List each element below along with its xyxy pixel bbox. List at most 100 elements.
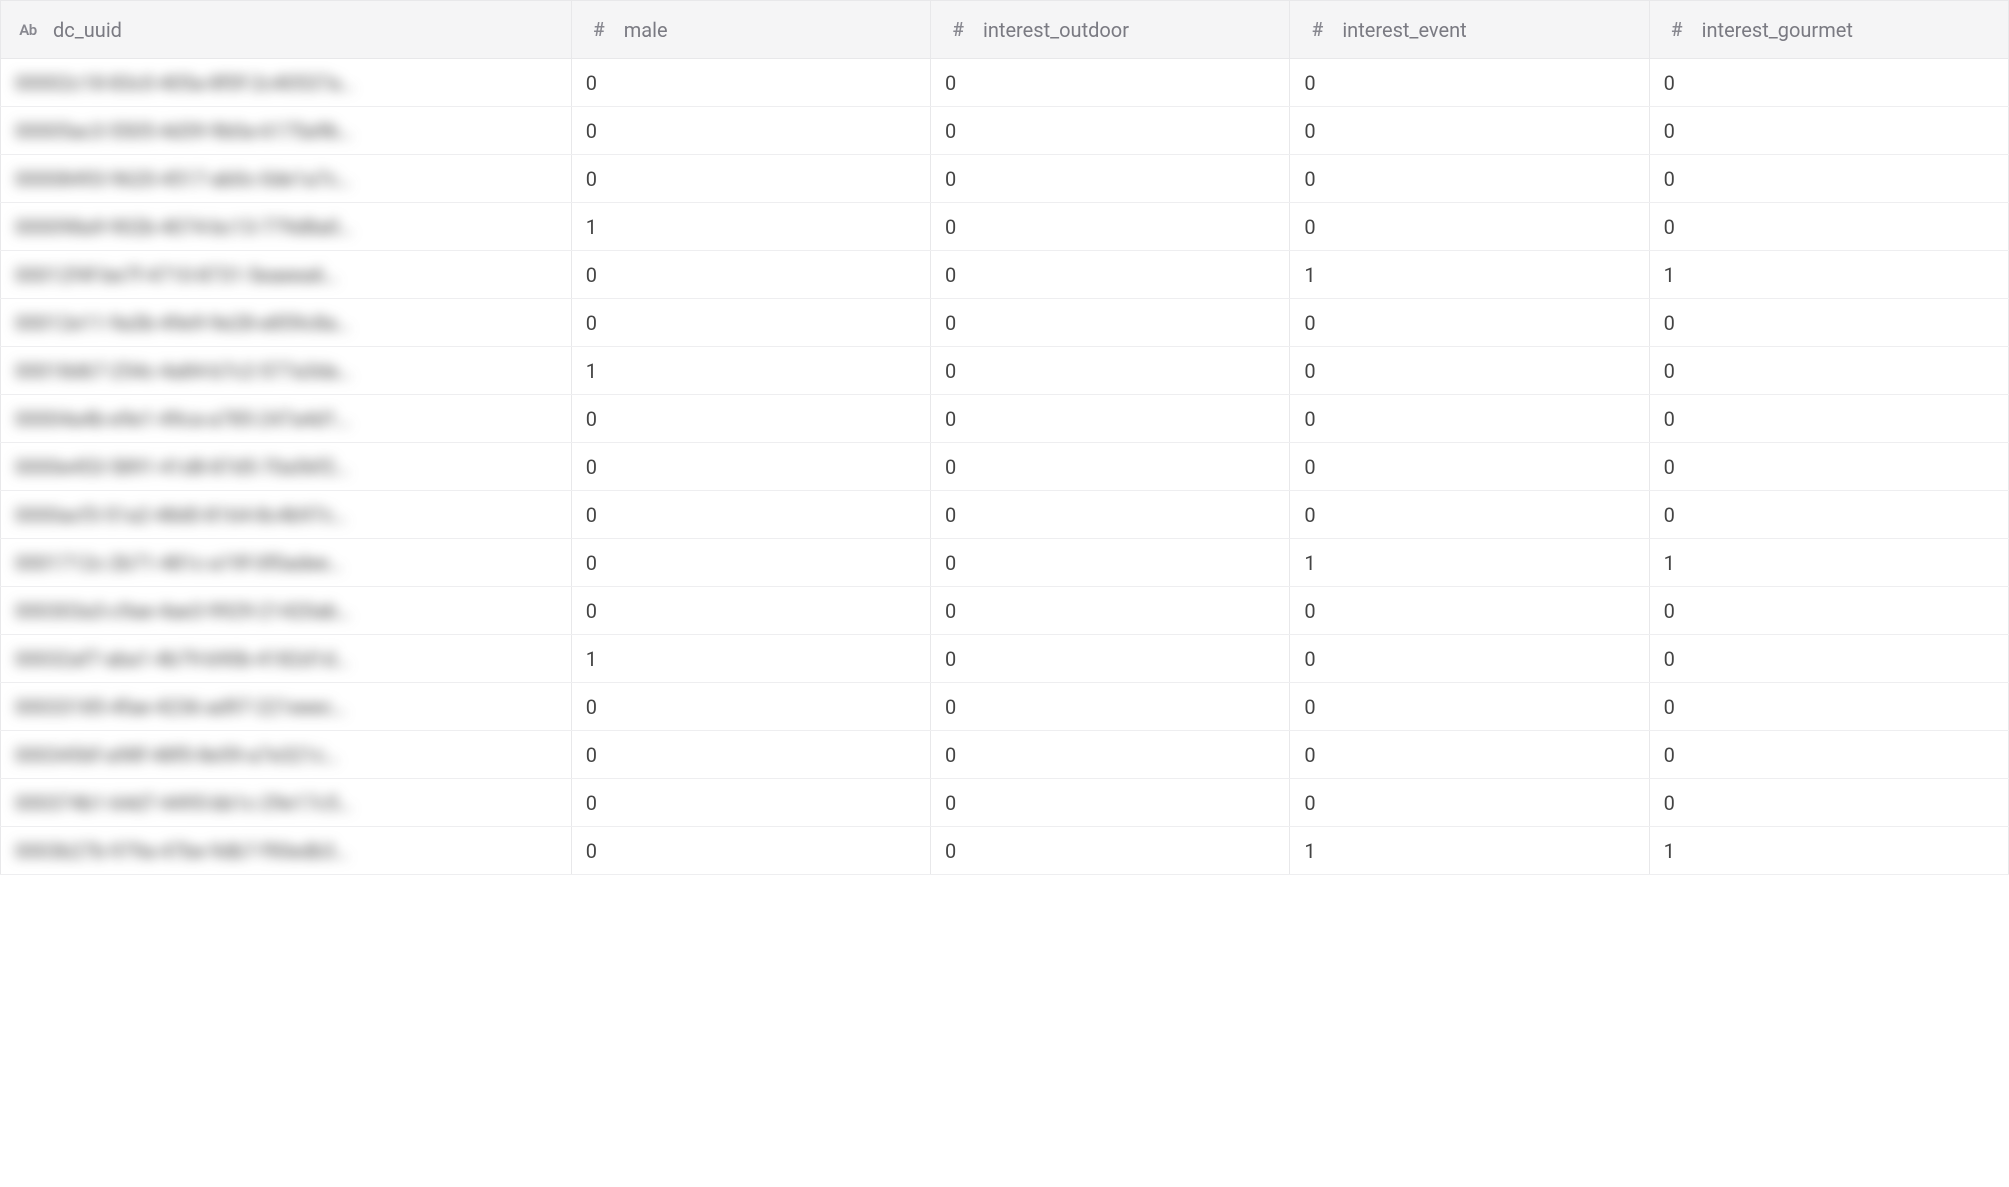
cell-interest-outdoor[interactable]: 0: [931, 299, 1290, 347]
cell-interest-outdoor[interactable]: 0: [931, 395, 1290, 443]
cell-interest-event[interactable]: 0: [1290, 683, 1649, 731]
cell-interest-gourmet[interactable]: 0: [1649, 347, 2008, 395]
table-row[interactable]: 0000e453-5891-41d8-87d5-70a56f2…0000: [1, 443, 2009, 491]
cell-dc-uuid[interactable]: 00032af7-aba1-4b79-b90b-4182d1d…: [1, 635, 572, 683]
cell-male[interactable]: 1: [571, 347, 930, 395]
cell-dc-uuid[interactable]: 000374b1-64d7-4495-bb1c-29e17c5…: [1, 779, 572, 827]
cell-dc-uuid[interactable]: 00002c18-83c0-405a-8f0f-2c40537a…: [1, 59, 572, 107]
cell-interest-gourmet[interactable]: 1: [1649, 827, 2008, 875]
table-row[interactable]: 0003b27b-979a-47be-9db7-f90edb3…0011: [1, 827, 2009, 875]
cell-male[interactable]: 0: [571, 827, 930, 875]
cell-male[interactable]: 0: [571, 731, 930, 779]
cell-dc-uuid[interactable]: 00018d67-254c-4a84-b7c2-577a3da…: [1, 347, 572, 395]
cell-interest-event[interactable]: 0: [1290, 395, 1649, 443]
cell-interest-event[interactable]: 1: [1290, 251, 1649, 299]
cell-interest-event[interactable]: 0: [1290, 107, 1649, 155]
cell-interest-gourmet[interactable]: 0: [1649, 299, 2008, 347]
cell-interest-event[interactable]: 0: [1290, 731, 1649, 779]
cell-interest-event[interactable]: 0: [1290, 587, 1649, 635]
table-row[interactable]: 00018d67-254c-4a84-b7c2-577a3da…1000: [1, 347, 2009, 395]
column-header-interest-gourmet[interactable]: # interest_gourmet: [1649, 1, 2008, 59]
cell-dc-uuid[interactable]: 00012f4f-be7f-4710-8731-5eaeea6…: [1, 251, 572, 299]
cell-interest-gourmet[interactable]: 0: [1649, 443, 2008, 491]
table-row[interactable]: 0003456f-a98f-48f0-8e59-a7e321c…0000: [1, 731, 2009, 779]
table-row[interactable]: 000374b1-64d7-4495-bb1c-29e17c5…0000: [1, 779, 2009, 827]
cell-male[interactable]: 0: [571, 587, 930, 635]
cell-interest-event[interactable]: 1: [1290, 827, 1649, 875]
cell-interest-gourmet[interactable]: 0: [1649, 731, 2008, 779]
column-header-interest-event[interactable]: # interest_event: [1290, 1, 1649, 59]
table-row[interactable]: 00012f4f-be7f-4710-8731-5eaeea6…0011: [1, 251, 2009, 299]
cell-male[interactable]: 0: [571, 683, 930, 731]
cell-male[interactable]: 1: [571, 635, 930, 683]
cell-male[interactable]: 0: [571, 443, 930, 491]
cell-interest-outdoor[interactable]: 0: [931, 779, 1290, 827]
table-row[interactable]: 0001712c-2b71-481c-a19f-0f0adee…0011: [1, 539, 2009, 587]
cell-interest-event[interactable]: 0: [1290, 779, 1649, 827]
cell-male[interactable]: 0: [571, 491, 930, 539]
cell-interest-gourmet[interactable]: 0: [1649, 59, 2008, 107]
table-row[interactable]: 00004a4b-e9e1-49ca-a785-247a4d1…0000: [1, 395, 2009, 443]
cell-interest-outdoor[interactable]: 0: [931, 539, 1290, 587]
cell-male[interactable]: 0: [571, 155, 930, 203]
cell-interest-outdoor[interactable]: 0: [931, 491, 1290, 539]
cell-male[interactable]: 0: [571, 539, 930, 587]
column-header-male[interactable]: # male: [571, 1, 930, 59]
table-row[interactable]: 00005ac3-5505-4d39-9b0a-6175a9b…0000: [1, 107, 2009, 155]
cell-dc-uuid[interactable]: 00008493-9620-4517-ab0c-0de1a7c…: [1, 155, 572, 203]
cell-male[interactable]: 0: [571, 395, 930, 443]
cell-interest-gourmet[interactable]: 0: [1649, 395, 2008, 443]
column-header-dc-uuid[interactable]: Ab dc_uuid: [1, 1, 572, 59]
cell-dc-uuid[interactable]: 0001712c-2b71-481c-a19f-0f0adee…: [1, 539, 572, 587]
cell-interest-outdoor[interactable]: 0: [931, 155, 1290, 203]
cell-dc-uuid[interactable]: 000098a9-902b-4074-bc13-779d8a0…: [1, 203, 572, 251]
column-header-interest-outdoor[interactable]: # interest_outdoor: [931, 1, 1290, 59]
cell-dc-uuid[interactable]: 0000e453-5891-41d8-87d5-70a56f2…: [1, 443, 572, 491]
cell-interest-event[interactable]: 0: [1290, 347, 1649, 395]
cell-interest-outdoor[interactable]: 0: [931, 635, 1290, 683]
cell-interest-event[interactable]: 0: [1290, 491, 1649, 539]
cell-dc-uuid[interactable]: 00004a4b-e9e1-49ca-a785-247a4d1…: [1, 395, 572, 443]
cell-interest-gourmet[interactable]: 0: [1649, 779, 2008, 827]
cell-interest-gourmet[interactable]: 1: [1649, 539, 2008, 587]
cell-interest-event[interactable]: 0: [1290, 59, 1649, 107]
cell-interest-outdoor[interactable]: 0: [931, 251, 1290, 299]
cell-male[interactable]: 0: [571, 59, 930, 107]
cell-interest-outdoor[interactable]: 0: [931, 683, 1290, 731]
table-row[interactable]: 0000acf3-51a2-48d0-8164-8c4b97c…0000: [1, 491, 2009, 539]
cell-interest-outdoor[interactable]: 0: [931, 587, 1290, 635]
cell-interest-outdoor[interactable]: 0: [931, 107, 1290, 155]
cell-dc-uuid[interactable]: 0003b27b-979a-47be-9db7-f90edb3…: [1, 827, 572, 875]
table-row[interactable]: 00032af7-aba1-4b79-b90b-4182d1d…1000: [1, 635, 2009, 683]
cell-dc-uuid[interactable]: 00005ac3-5505-4d39-9b0a-6175a9b…: [1, 107, 572, 155]
cell-interest-gourmet[interactable]: 1: [1649, 251, 2008, 299]
cell-interest-event[interactable]: 0: [1290, 203, 1649, 251]
cell-dc-uuid[interactable]: 000303a3-c9ae-4ae3-9929-21420ab…: [1, 587, 572, 635]
table-row[interactable]: 000303a3-c9ae-4ae3-9929-21420ab…0000: [1, 587, 2009, 635]
cell-male[interactable]: 0: [571, 251, 930, 299]
cell-interest-event[interactable]: 1: [1290, 539, 1649, 587]
table-row[interactable]: 00012e11-9a3b-49e9-9e28-e859c8a…0000: [1, 299, 2009, 347]
cell-interest-outdoor[interactable]: 0: [931, 203, 1290, 251]
cell-interest-outdoor[interactable]: 0: [931, 59, 1290, 107]
table-row[interactable]: 00033185-4fae-4236-ad97-221eeec…0000: [1, 683, 2009, 731]
cell-interest-outdoor[interactable]: 0: [931, 347, 1290, 395]
cell-interest-gourmet[interactable]: 0: [1649, 683, 2008, 731]
cell-interest-event[interactable]: 0: [1290, 443, 1649, 491]
cell-interest-gourmet[interactable]: 0: [1649, 491, 2008, 539]
cell-male[interactable]: 0: [571, 299, 930, 347]
table-row[interactable]: 00002c18-83c0-405a-8f0f-2c40537a…0000: [1, 59, 2009, 107]
cell-interest-gourmet[interactable]: 0: [1649, 155, 2008, 203]
cell-dc-uuid[interactable]: 0003456f-a98f-48f0-8e59-a7e321c…: [1, 731, 572, 779]
cell-male[interactable]: 0: [571, 779, 930, 827]
cell-dc-uuid[interactable]: 0000acf3-51a2-48d0-8164-8c4b97c…: [1, 491, 572, 539]
cell-interest-event[interactable]: 0: [1290, 635, 1649, 683]
cell-interest-gourmet[interactable]: 0: [1649, 587, 2008, 635]
cell-dc-uuid[interactable]: 00012e11-9a3b-49e9-9e28-e859c8a…: [1, 299, 572, 347]
cell-dc-uuid[interactable]: 00033185-4fae-4236-ad97-221eeec…: [1, 683, 572, 731]
cell-interest-outdoor[interactable]: 0: [931, 827, 1290, 875]
cell-interest-outdoor[interactable]: 0: [931, 443, 1290, 491]
table-row[interactable]: 00008493-9620-4517-ab0c-0de1a7c…0000: [1, 155, 2009, 203]
cell-male[interactable]: 0: [571, 107, 930, 155]
cell-male[interactable]: 1: [571, 203, 930, 251]
